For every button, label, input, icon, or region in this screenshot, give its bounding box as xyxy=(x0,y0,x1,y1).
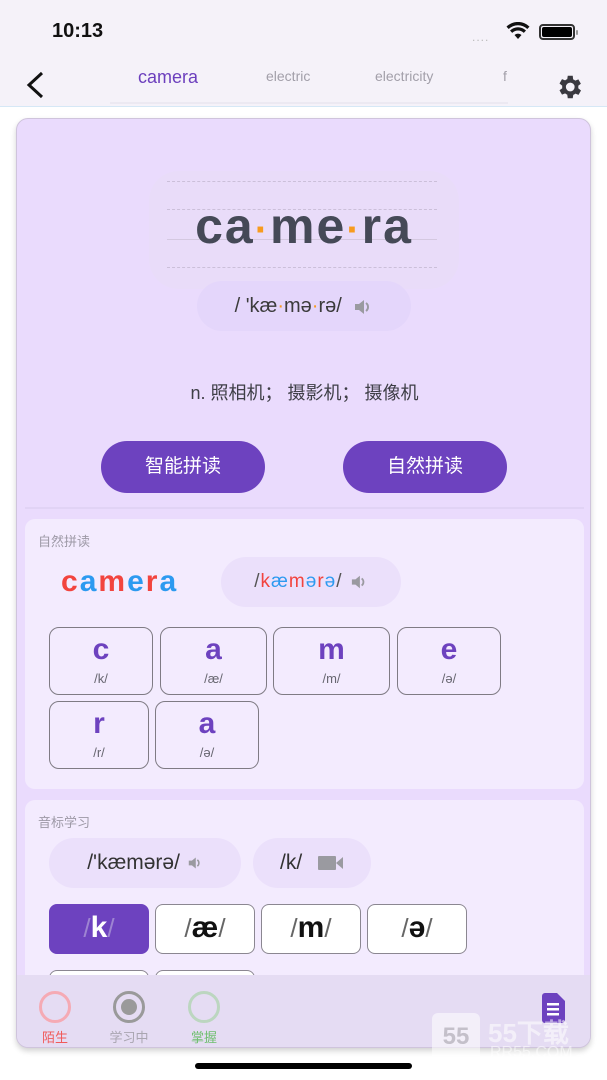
sound-tile[interactable]: /æ/ xyxy=(155,904,255,954)
panel-title: 音标学习 xyxy=(38,815,91,830)
tab-next[interactable]: f xyxy=(503,68,507,84)
phonetic-pronounce-button[interactable]: / 'kæ·mə·rə/ xyxy=(197,281,411,331)
colored-phonetic-button[interactable]: /kæmərə/ xyxy=(221,557,401,607)
tab-camera[interactable]: camera xyxy=(138,67,198,88)
signal-icon: .... xyxy=(472,30,490,44)
wifi-icon xyxy=(506,22,530,39)
learning-state-bar: 陌生 学习中 掌握 xyxy=(17,975,590,1047)
tab-electric[interactable]: electric xyxy=(266,68,310,84)
natural-phonics-panel: 自然拼读 camera /kæmərə/ c/k/ a/æ/ m/m/ e/ə/… xyxy=(25,519,584,789)
word-card: ca·me·ra / 'kæ·mə·rə/ n. 照相机； 摄影机； 摄像机 智… xyxy=(16,118,591,1048)
speaker-icon xyxy=(351,575,365,589)
tab-electricity[interactable]: electricity xyxy=(375,68,433,84)
settings-button[interactable] xyxy=(554,72,584,102)
panel-title: 自然拼读 xyxy=(38,534,91,549)
status-bar: 10:13 .... xyxy=(0,0,607,60)
radio-icon xyxy=(188,991,220,1023)
natural-spell-button[interactable]: 自然拼读 xyxy=(343,441,507,493)
word-display: ca·me·ra xyxy=(149,171,459,289)
letter-tile[interactable]: c/k/ xyxy=(49,627,153,695)
document-icon[interactable] xyxy=(539,993,567,1023)
word-meaning: n. 照相机； 摄影机； 摄像机 xyxy=(190,383,419,403)
radio-icon xyxy=(39,991,71,1023)
sound-tile-selected[interactable]: /k/ xyxy=(49,904,149,954)
syllabified-word: ca·me·ra xyxy=(195,198,413,254)
video-camera-icon xyxy=(318,856,343,871)
word-tabs: camera electric electricity f xyxy=(110,60,508,104)
letter-tile[interactable]: a/æ/ xyxy=(160,627,267,695)
state-mastered[interactable]: 掌握 xyxy=(174,991,234,1046)
sound-tile[interactable]: /ə/ xyxy=(367,904,467,954)
current-sound-video-button[interactable]: /k/ xyxy=(253,838,371,888)
full-phonetic-button[interactable]: /'kæmərə/ xyxy=(49,838,241,888)
letter-tile[interactable]: m/m/ xyxy=(273,627,390,695)
state-unfamiliar[interactable]: 陌生 xyxy=(25,991,85,1046)
state-learning[interactable]: 学习中 xyxy=(99,991,159,1046)
smart-spell-button[interactable]: 智能拼读 xyxy=(101,441,265,493)
speaker-icon xyxy=(188,858,200,869)
divider xyxy=(25,507,584,509)
nav-bar: camera electric electricity f xyxy=(0,60,607,107)
back-button[interactable] xyxy=(22,70,50,100)
letter-tile[interactable]: r/r/ xyxy=(49,701,149,769)
radio-selected-icon xyxy=(113,991,145,1023)
battery-icon xyxy=(539,24,578,40)
letter-tile[interactable]: e/ə/ xyxy=(397,627,501,695)
phonetic-study-panel: 音标学习 /'kæmərə/ /k/ /k/ /æ/ /m/ /ə/ xyxy=(25,800,584,1020)
sound-tile[interactable]: /m/ xyxy=(261,904,361,954)
letter-tile[interactable]: a/ə/ xyxy=(155,701,259,769)
home-indicator[interactable] xyxy=(195,1063,412,1069)
clock: 10:13 xyxy=(52,20,104,42)
speaker-icon xyxy=(355,299,370,314)
colored-word: camera xyxy=(61,565,179,598)
